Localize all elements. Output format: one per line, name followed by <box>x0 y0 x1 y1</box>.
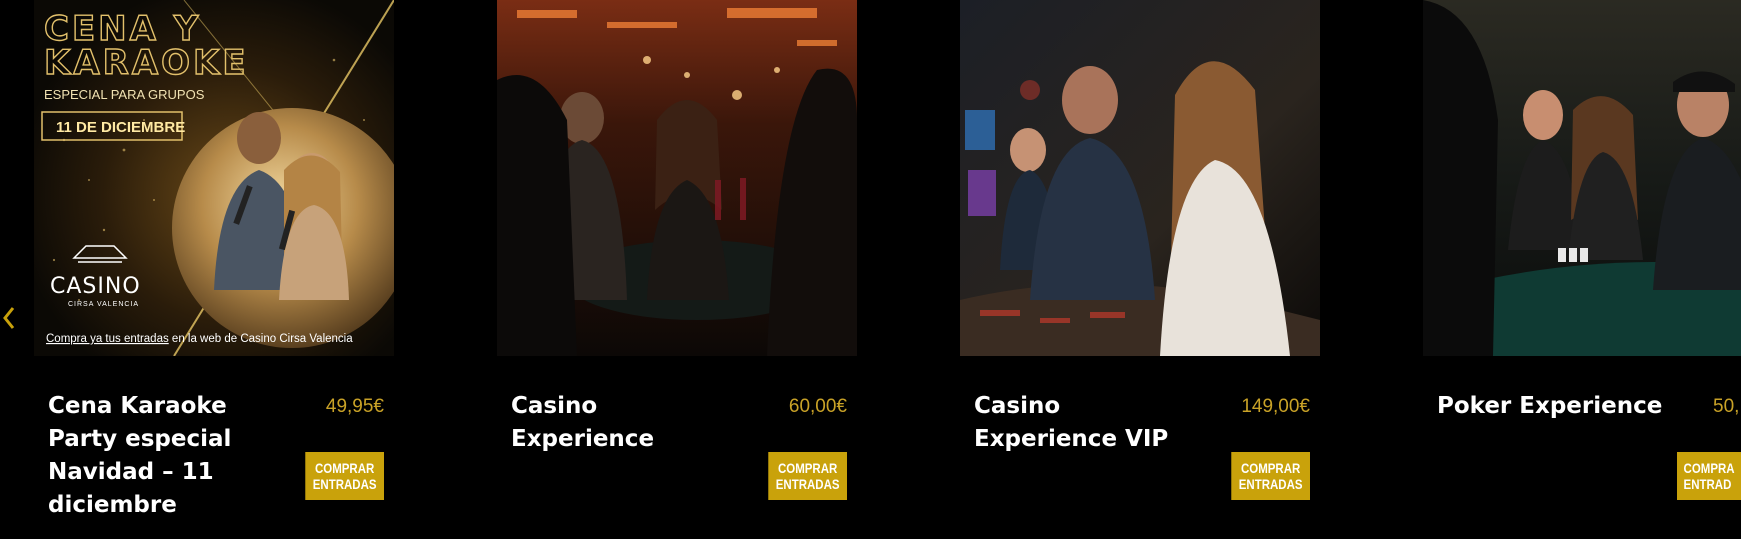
product-title[interactable]: Cena Karaoke Party especial Navidad – 11… <box>48 390 258 522</box>
product-card-cena-karaoke: CENA Y KARAOKE ESPECIAL PARA GRUPOS 11 D… <box>34 0 394 539</box>
poster-headline-2: KARAOKE <box>44 43 249 83</box>
product-title[interactable]: Casino Experience VIP <box>974 390 1184 456</box>
poster-logo-subtext: CIRSA VALENCIA <box>68 301 139 308</box>
product-price: 50, <box>1713 396 1740 417</box>
buy-tickets-button[interactable]: COMPRA ENTRAD <box>1677 452 1741 500</box>
carousel-prev-button[interactable] <box>0 300 18 336</box>
product-price: 149,00€ <box>1241 396 1310 417</box>
poster-subtitle: ESPECIAL PARA GRUPOS <box>44 87 205 102</box>
poster-footer: Compra ya tus entradas en la web de Casi… <box>46 333 353 345</box>
product-card-casino-experience-vip: Casino Experience VIP 149,00€ COMPRAR EN… <box>960 0 1320 539</box>
buy-tickets-button[interactable]: COMPRAR ENTRADAS <box>305 452 384 500</box>
product-image-cena-karaoke[interactable]: CENA Y KARAOKE ESPECIAL PARA GRUPOS 11 D… <box>34 0 394 356</box>
experiences-carousel: CENA Y KARAOKE ESPECIAL PARA GRUPOS 11 D… <box>0 0 1741 539</box>
product-price: 60,00€ <box>788 396 847 417</box>
poster-logo-text: CASINO <box>50 274 141 299</box>
product-card-casino-experience: Casino Experience 60,00€ COMPRAR ENTRADA… <box>497 0 857 539</box>
product-price: 49,95€ <box>325 396 384 417</box>
buy-tickets-button[interactable]: COMPRAR ENTRADAS <box>768 452 847 500</box>
chevron-left-icon <box>3 307 15 329</box>
poster-date: 11 DE DICIEMBRE <box>56 119 185 136</box>
product-image-poker-experience[interactable] <box>1423 0 1741 356</box>
product-image-casino-experience-vip[interactable] <box>960 0 1320 356</box>
buy-tickets-button[interactable]: COMPRAR ENTRADAS <box>1231 452 1310 500</box>
product-title[interactable]: Casino Experience <box>511 390 721 456</box>
product-image-casino-experience[interactable] <box>497 0 857 356</box>
product-card-poker-experience: Poker Experience 50, COMPRA ENTRAD <box>1423 0 1741 539</box>
product-title[interactable]: Poker Experience <box>1437 390 1667 423</box>
